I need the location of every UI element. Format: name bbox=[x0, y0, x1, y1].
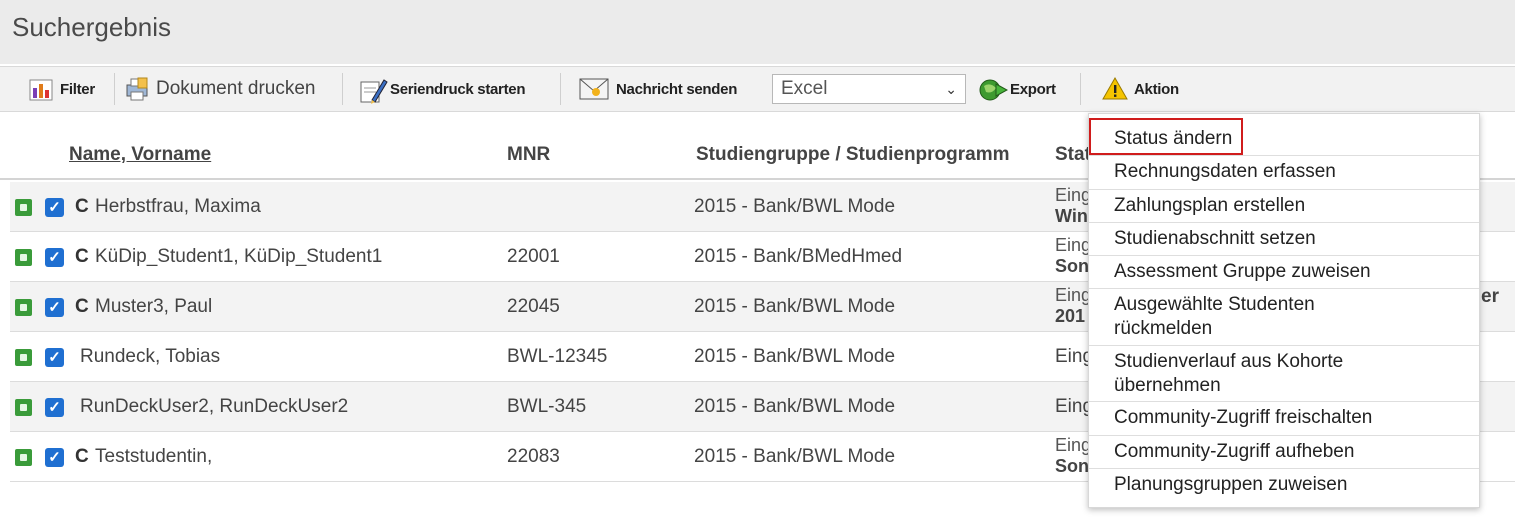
print-label: Dokument drucken bbox=[156, 78, 316, 99]
title-bar: Suchergebnis bbox=[0, 0, 1515, 64]
row-mnr: BWL-12345 bbox=[507, 346, 608, 367]
row-flag: C bbox=[75, 446, 89, 467]
row-status-line2: Son bbox=[1055, 256, 1089, 276]
menu-item-label: Ausgewählte Studenten bbox=[1114, 294, 1315, 315]
filter-button[interactable]: Filter bbox=[28, 75, 95, 103]
row-checkbox[interactable]: ✓ bbox=[45, 198, 64, 217]
row-group: 2015 - Bank/BWL Mode bbox=[694, 396, 896, 417]
row-group: 2015 - Bank/BWL Mode bbox=[694, 346, 896, 367]
toolbar-divider bbox=[114, 73, 115, 105]
active-status-icon bbox=[15, 449, 32, 466]
filter-chart-icon bbox=[28, 76, 54, 102]
row-group: 2015 - Bank/BWL Mode bbox=[694, 296, 896, 317]
mailmerge-label: Seriendruck starten bbox=[390, 80, 526, 98]
format-select-value: Excel bbox=[781, 78, 828, 99]
row-mnr: 22083 bbox=[507, 446, 560, 467]
clipped-status-text: er bbox=[1481, 286, 1499, 307]
row-status-line1: Eing bbox=[1055, 235, 1092, 255]
row-name: RunDeckUser2, RunDeckUser2 bbox=[80, 396, 349, 417]
menu-item-label: Assessment Gruppe zuweisen bbox=[1114, 261, 1371, 282]
envelope-icon bbox=[578, 76, 610, 102]
menu-item-community-aufheben[interactable]: Community-Zugriff aufheben bbox=[1089, 436, 1479, 469]
menu-item-label: Zahlungsplan erstellen bbox=[1114, 195, 1306, 216]
toolbar-divider bbox=[560, 73, 561, 105]
row-mnr: 22001 bbox=[507, 246, 560, 267]
menu-item-studienverlauf[interactable]: Studienverlauf aus Kohorte übernehmen bbox=[1089, 346, 1479, 402]
row-status-line2: Son bbox=[1055, 456, 1089, 476]
row-group: 2015 - Bank/BWL Mode bbox=[694, 196, 896, 217]
column-header-name[interactable]: Name, Vorname bbox=[69, 144, 211, 166]
toolbar-divider bbox=[1080, 73, 1081, 105]
printer-document-icon bbox=[124, 76, 150, 102]
menu-item-label: Community-Zugriff freischalten bbox=[1114, 407, 1373, 428]
highlight-annotation-box bbox=[1089, 118, 1243, 155]
column-header-group: Studiengruppe / Studienprogramm bbox=[696, 144, 1010, 165]
row-checkbox[interactable]: ✓ bbox=[45, 248, 64, 267]
menu-item-label-line2: übernehmen bbox=[1114, 375, 1221, 396]
export-button[interactable]: Export bbox=[978, 75, 1056, 103]
row-name: Muster3, Paul bbox=[95, 296, 213, 317]
row-mnr: 22045 bbox=[507, 296, 560, 317]
active-status-icon bbox=[15, 199, 32, 216]
menu-item-label: Community-Zugriff aufheben bbox=[1114, 441, 1355, 462]
menu-item-community-freischalten[interactable]: Community-Zugriff freischalten bbox=[1089, 402, 1479, 436]
menu-item-label: Studienabschnitt setzen bbox=[1114, 228, 1316, 249]
menu-item-label: Studienverlauf aus Kohorte bbox=[1114, 351, 1344, 372]
row-name: Rundeck, Tobias bbox=[80, 346, 221, 367]
warning-triangle-icon bbox=[1102, 76, 1128, 102]
action-button[interactable]: Aktion bbox=[1102, 75, 1179, 103]
menu-item-rechnungsdaten[interactable]: Rechnungsdaten erfassen bbox=[1089, 156, 1479, 190]
mailmerge-button[interactable]: Seriendruck starten bbox=[358, 75, 526, 104]
menu-item-planungsgruppen[interactable]: Planungsgruppen zuweisen bbox=[1089, 469, 1479, 503]
row-flag: C bbox=[75, 246, 89, 267]
column-header-mnr: MNR bbox=[507, 144, 551, 165]
menu-item-studienabschnitt[interactable]: Studienabschnitt setzen bbox=[1089, 223, 1479, 256]
row-name: Herbstfrau, Maxima bbox=[95, 196, 261, 217]
row-group: 2015 - Bank/BWL Mode bbox=[694, 446, 896, 467]
row-group: 2015 - Bank/BMedHmed bbox=[694, 246, 903, 267]
toolbar: Filter Dokument drucken Seriendruck star… bbox=[0, 66, 1515, 112]
send-message-button[interactable]: Nachricht senden bbox=[578, 75, 737, 103]
mailmerge-pen-icon bbox=[358, 76, 388, 104]
page-title: Suchergebnis bbox=[12, 12, 171, 42]
toolbar-divider bbox=[342, 73, 343, 105]
row-checkbox[interactable]: ✓ bbox=[45, 398, 64, 417]
export-format-select[interactable]: Excel ⌄ bbox=[772, 74, 966, 104]
row-status-line2: 201 bbox=[1055, 306, 1086, 326]
menu-item-label: Rechnungsdaten erfassen bbox=[1114, 161, 1336, 182]
menu-item-rueckmelden[interactable]: Ausgewählte Studenten rückmelden bbox=[1089, 289, 1479, 346]
active-status-icon bbox=[15, 299, 32, 316]
menu-item-label: Planungsgruppen zuweisen bbox=[1114, 474, 1348, 495]
print-document-button[interactable]: Dokument drucken bbox=[124, 75, 315, 103]
chevron-down-icon: ⌄ bbox=[945, 81, 957, 97]
row-status-line2: Win bbox=[1055, 206, 1088, 226]
filter-label: Filter bbox=[60, 80, 95, 98]
export-label: Export bbox=[1010, 80, 1056, 98]
row-name: KüDip_Student1, KüDip_Student1 bbox=[95, 246, 383, 267]
row-mnr: BWL-345 bbox=[507, 396, 587, 417]
active-status-icon bbox=[15, 349, 32, 366]
row-status-line1: Eing bbox=[1055, 185, 1092, 205]
active-status-icon bbox=[15, 399, 32, 416]
row-status-line1: Eing bbox=[1055, 285, 1092, 305]
row-checkbox[interactable]: ✓ bbox=[45, 298, 64, 317]
action-label: Aktion bbox=[1134, 80, 1179, 98]
menu-item-zahlungsplan[interactable]: Zahlungsplan erstellen bbox=[1089, 190, 1479, 223]
message-label: Nachricht senden bbox=[616, 80, 738, 98]
action-menu: Status ändern Rechnungsdaten erfassen Za… bbox=[1088, 113, 1480, 508]
menu-item-assessment-gruppe[interactable]: Assessment Gruppe zuweisen bbox=[1089, 256, 1479, 289]
row-status-line1: Eing bbox=[1055, 435, 1092, 455]
export-globe-icon bbox=[978, 76, 1009, 102]
row-checkbox[interactable]: ✓ bbox=[45, 448, 64, 467]
row-name: Teststudentin, bbox=[95, 446, 213, 467]
row-flag: C bbox=[75, 296, 89, 317]
menu-item-label-line2: rückmelden bbox=[1114, 318, 1213, 339]
column-header-status: Stat bbox=[1055, 144, 1091, 165]
row-checkbox[interactable]: ✓ bbox=[45, 348, 64, 367]
row-flag: C bbox=[75, 196, 89, 217]
active-status-icon bbox=[15, 249, 32, 266]
